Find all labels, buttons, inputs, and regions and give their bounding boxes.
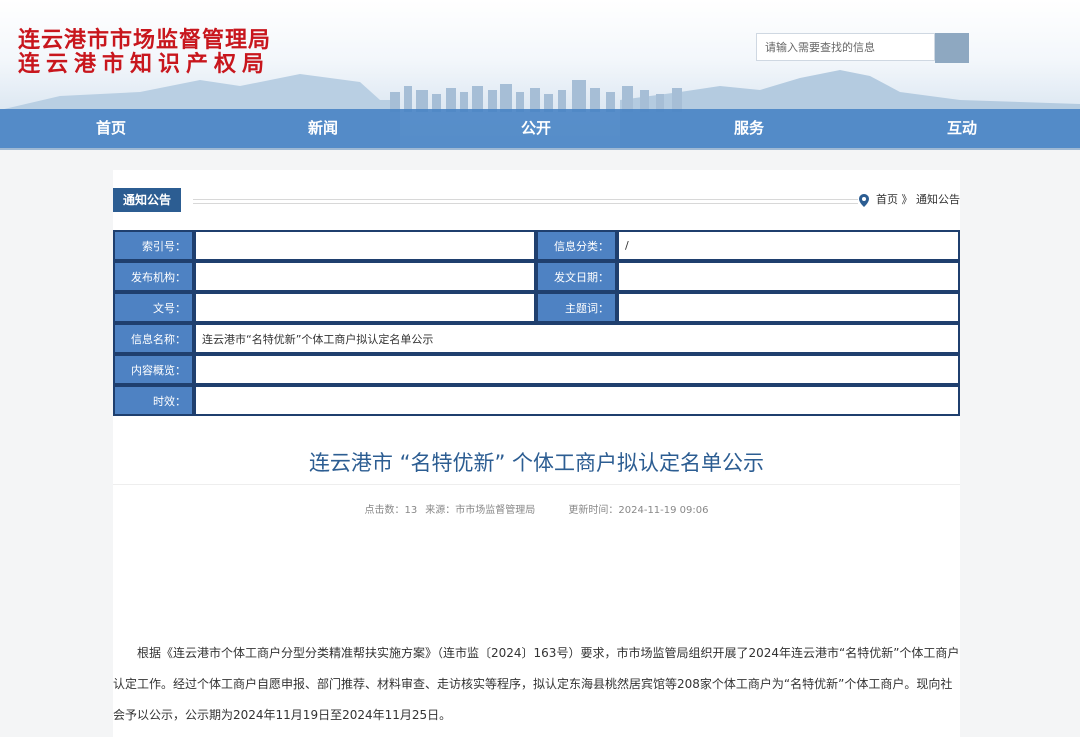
main-area: 通知公告 首页 》 通知公告 索引号： 信息分类： / 发布机构： 发文日期： …	[0, 150, 1080, 737]
index-no-label: 索引号：	[113, 230, 194, 261]
breadcrumb-home[interactable]: 首页	[876, 193, 898, 206]
doc-no-label: 文号：	[113, 292, 194, 323]
validity-value	[194, 385, 960, 416]
article-info: 点击数：13 来源：市市场监督管理局 更新时间：2024-11-19 09:06	[113, 501, 960, 516]
section-tag: 通知公告	[113, 188, 182, 212]
date-label: 发文日期：	[536, 261, 617, 292]
search-bar: 请输入需要查找的信息	[756, 33, 969, 63]
article-title: 连云港市 “名特优新” 个体工商户拟认定名单公示	[308, 451, 765, 475]
table-row: 发布机构： 发文日期：	[113, 261, 960, 292]
doc-no-value	[194, 292, 536, 323]
subject-label: 主题词：	[536, 292, 617, 323]
site-name-line1: 连云港市市场监督管理局	[18, 27, 272, 53]
index-no-value	[194, 230, 536, 261]
content-panel: 通知公告 首页 》 通知公告 索引号： 信息分类： / 发布机构： 发文日期： …	[113, 170, 960, 737]
breadcrumb-current[interactable]: 通知公告	[916, 193, 960, 206]
click-count: 点击数：13	[364, 505, 418, 516]
site-name-line2: 连云港市知识产权局	[18, 51, 271, 77]
info-name-value: 连云港市“名特优新”个体工商户拟认定名单公示	[194, 323, 960, 354]
main-nav: 首页 新闻 公开 服务 互动	[0, 109, 1080, 148]
info-name-label: 信息名称：	[113, 323, 194, 354]
nav-item-home[interactable]: 首页	[96, 109, 126, 148]
info-meta-table: 索引号： 信息分类： / 发布机构： 发文日期： 文号： 主题词： 信息名称： …	[113, 230, 960, 416]
update-time: 更新时间：2024-11-19 09:06	[568, 505, 709, 516]
date-value	[617, 261, 960, 292]
summary-value	[194, 354, 960, 385]
title-divider	[113, 484, 960, 485]
nav-item-news[interactable]: 新闻	[308, 109, 338, 148]
breadcrumb: 首页 》 通知公告	[858, 188, 960, 212]
table-row: 信息名称： 连云港市“名特优新”个体工商户拟认定名单公示	[113, 323, 960, 354]
publisher-value	[194, 261, 536, 292]
nav-item-interaction[interactable]: 互动	[947, 109, 977, 148]
location-pin-icon	[858, 193, 869, 207]
nav-item-public[interactable]: 公开	[521, 109, 551, 148]
table-row: 内容概览：	[113, 354, 960, 385]
site-logo[interactable]: 连云港市市场监督管理局 连云港市知识产权局	[18, 28, 271, 76]
section-header: 通知公告 首页 》 通知公告	[113, 188, 960, 212]
article-source: 来源：市市场监督管理局	[425, 505, 536, 516]
article-paragraph: 根据《连云港市个体工商户分型分类精准帮扶实施方案》（连市监〔2024〕163号）…	[113, 646, 960, 722]
section-divider	[193, 199, 858, 204]
search-button[interactable]	[935, 33, 969, 63]
subject-value	[617, 292, 960, 323]
nav-item-service[interactable]: 服务	[734, 109, 764, 148]
validity-label: 时效：	[113, 385, 194, 416]
breadcrumb-separator: 》	[901, 193, 913, 206]
table-row: 时效：	[113, 385, 960, 416]
summary-label: 内容概览：	[113, 354, 194, 385]
table-row: 索引号： 信息分类： /	[113, 230, 960, 261]
search-input[interactable]: 请输入需要查找的信息	[756, 33, 935, 61]
article-body: 根据《连云港市个体工商户分型分类精准帮扶实施方案》（连市监〔2024〕163号）…	[113, 638, 960, 731]
publisher-label: 发布机构：	[113, 261, 194, 292]
site-header: 连云港市市场监督管理局 连云港市知识产权局 请输入需要查找的信息 首页 新闻 公…	[0, 0, 1080, 150]
category-value: /	[617, 230, 960, 261]
table-row: 文号： 主题词：	[113, 292, 960, 323]
category-label: 信息分类：	[536, 230, 617, 261]
